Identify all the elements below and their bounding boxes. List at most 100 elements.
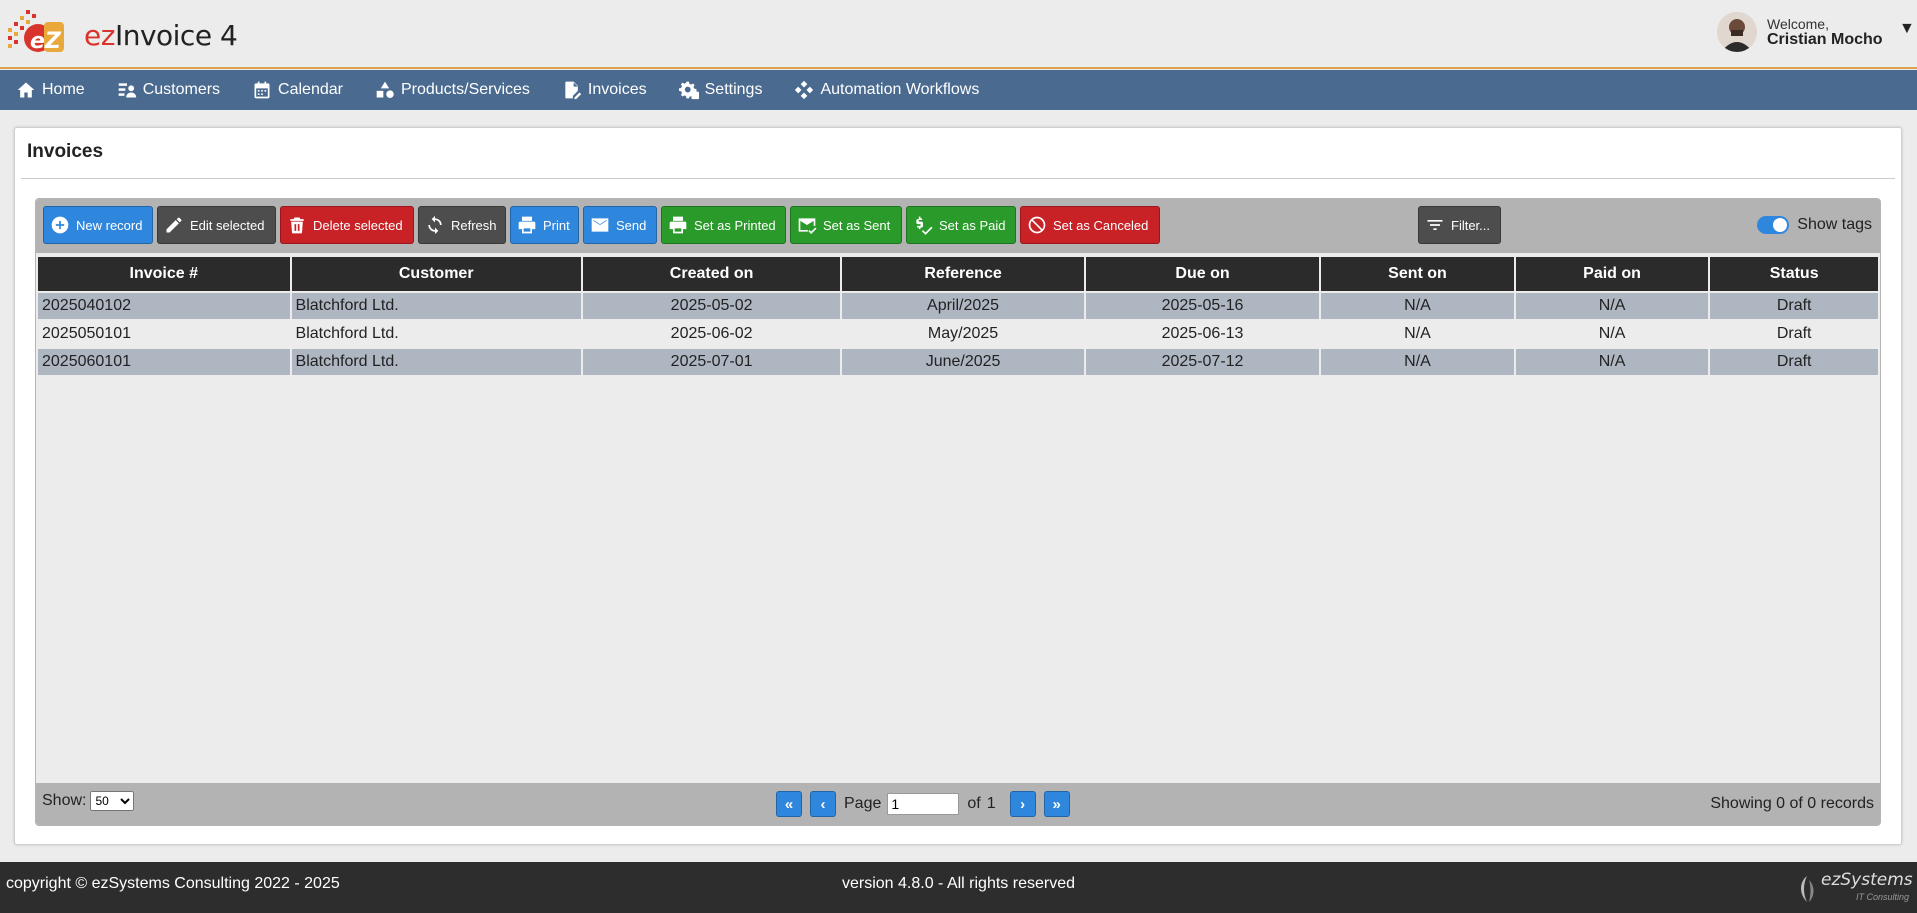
edit-selected-button[interactable]: Edit selected (157, 206, 276, 244)
table-row[interactable]: 2025040102 Blatchford Ltd. 2025-05-02 Ap… (38, 293, 1878, 319)
trash-icon (290, 217, 304, 234)
avatar[interactable] (1717, 12, 1757, 52)
cell-customer[interactable]: Blatchford Ltd. (291, 349, 581, 375)
prev-page-button[interactable]: ‹ (810, 791, 836, 817)
cancel-icon (1028, 216, 1046, 234)
first-page-button[interactable]: « (776, 791, 802, 817)
table-row[interactable]: 2025060101 Blatchford Ltd. 2025-07-01 Ju… (38, 349, 1878, 375)
version: version 4.8.0 - All rights reserved (842, 875, 1075, 892)
cell-customer[interactable]: Blatchford Ltd. (291, 321, 581, 347)
cell-status[interactable]: Draft (1710, 349, 1878, 375)
app-title: ezInvoice 4 (84, 19, 238, 52)
cell-due-on[interactable]: 2025-07-12 (1085, 349, 1320, 375)
invoices-grid: New record Edit selected Delete selected… (35, 198, 1881, 826)
page-input[interactable] (887, 793, 960, 815)
home-icon (17, 82, 35, 98)
cell-reference[interactable]: April/2025 (842, 293, 1084, 319)
cell-paid-on[interactable]: N/A (1515, 321, 1709, 347)
filter-button[interactable]: Filter... (1418, 206, 1501, 244)
printer-check-icon (669, 216, 687, 234)
refresh-icon (428, 215, 442, 235)
col-paid-on[interactable]: Paid on (1515, 257, 1709, 291)
cell-reference[interactable]: May/2025 (842, 321, 1084, 347)
ez-logo: eZ (8, 10, 64, 54)
cell-invoice-number[interactable]: 2025040102 (38, 293, 290, 319)
cell-paid-on[interactable]: N/A (1515, 293, 1709, 319)
table-row[interactable]: 2025050101 Blatchford Ltd. 2025-06-02 Ma… (38, 321, 1878, 347)
new-record-button[interactable]: New record (43, 206, 153, 244)
divider (21, 178, 1895, 179)
nav-item-settings[interactable]: Settings (663, 70, 762, 110)
send-button[interactable]: Send (583, 206, 657, 244)
nav-item-products[interactable]: Products/Services (359, 70, 530, 110)
nav-item-calendar[interactable]: Calendar (236, 70, 343, 110)
cell-invoice-number[interactable]: 2025050101 (38, 321, 290, 347)
cell-created-on[interactable]: 2025-05-02 (582, 293, 841, 319)
col-customer[interactable]: Customer (291, 257, 581, 291)
set-printed-button[interactable]: Set as Printed (661, 206, 786, 244)
app-footer: copyright © ezSystems Consulting 2022 - … (0, 862, 1917, 913)
of-label: of (967, 795, 981, 812)
refresh-button[interactable]: Refresh (418, 206, 506, 244)
page-label: Page (844, 795, 882, 812)
print-button[interactable]: Print (510, 206, 579, 244)
col-sent-on[interactable]: Sent on (1321, 257, 1514, 291)
chevron-down-icon[interactable]: ▼ (1899, 20, 1915, 38)
col-invoice-number[interactable]: Invoice # (38, 257, 290, 291)
col-status[interactable]: Status (1710, 257, 1878, 291)
company-name: ezSystems (1821, 870, 1913, 890)
user-menu[interactable]: Welcome, Cristian Mocho ▼ (1717, 12, 1917, 56)
cell-status[interactable]: Draft (1710, 321, 1878, 347)
cell-sent-on[interactable]: N/A (1321, 293, 1514, 319)
filter-icon (1427, 220, 1443, 230)
ez-systems-icon (1801, 876, 1814, 902)
cell-customer[interactable]: Blatchford Ltd. (291, 293, 581, 319)
page-size-select[interactable]: 50 (90, 791, 135, 811)
grid-toolbar: New record Edit selected Delete selected… (36, 199, 1880, 253)
next-page-button[interactable]: › (1009, 791, 1036, 817)
app-header: eZ ezInvoice 4 Welcome, Cristian Mocho ▼ (0, 0, 1917, 69)
welcome-text: Welcome, (1767, 16, 1829, 32)
cell-sent-on[interactable]: N/A (1321, 349, 1514, 375)
envelope-check-icon (798, 218, 817, 234)
customers-icon (118, 83, 136, 98)
col-created-on[interactable]: Created on (582, 257, 841, 291)
cell-reference[interactable]: June/2025 (842, 349, 1084, 375)
workflow-icon (795, 80, 814, 100)
cell-due-on[interactable]: 2025-06-13 (1085, 321, 1320, 347)
invoices-table: Invoice # Customer Created on Reference … (36, 255, 1880, 377)
cell-created-on[interactable]: 2025-07-01 (582, 349, 841, 375)
cell-status[interactable]: Draft (1710, 293, 1878, 319)
pagination: « ‹ Page of 1 › » (776, 791, 1078, 817)
cell-invoice-number[interactable]: 2025060101 (38, 349, 290, 375)
envelope-icon (591, 218, 609, 232)
cell-paid-on[interactable]: N/A (1515, 349, 1709, 375)
shapes-icon (376, 81, 394, 98)
printer-icon (518, 216, 536, 234)
nav-item-home[interactable]: Home (0, 70, 85, 110)
toggle-switch[interactable] (1757, 216, 1790, 234)
col-due-on[interactable]: Due on (1085, 257, 1320, 291)
cell-sent-on[interactable]: N/A (1321, 321, 1514, 347)
gear-icon (678, 81, 699, 100)
delete-selected-button[interactable]: Delete selected (280, 206, 414, 244)
calendar-icon (254, 81, 270, 99)
set-canceled-button[interactable]: Set as Canceled (1020, 206, 1160, 244)
col-reference[interactable]: Reference (842, 257, 1084, 291)
svg-text:eZ: eZ (30, 29, 62, 54)
nav-item-customers[interactable]: Customers (101, 70, 220, 110)
cell-created-on[interactable]: 2025-06-02 (582, 321, 841, 347)
nav-item-invoices[interactable]: Invoices (546, 70, 647, 110)
plus-circle-icon (51, 216, 69, 234)
set-sent-button[interactable]: Set as Sent (790, 206, 902, 244)
grid-footer: Show: 50 « ‹ Page of 1 › » Showing 0 of … (36, 783, 1880, 825)
last-page-button[interactable]: » (1043, 791, 1070, 817)
cell-due-on[interactable]: 2025-05-16 (1085, 293, 1320, 319)
show-tags-toggle[interactable]: Show tags (1757, 216, 1872, 234)
show-label: Show: (42, 792, 87, 809)
nav-item-workflows[interactable]: Automation Workflows (778, 70, 979, 110)
user-name: Cristian Mocho (1767, 31, 1883, 48)
set-paid-button[interactable]: Set as Paid (906, 206, 1016, 244)
pencil-icon (166, 217, 182, 233)
total-pages: 1 (986, 795, 996, 812)
